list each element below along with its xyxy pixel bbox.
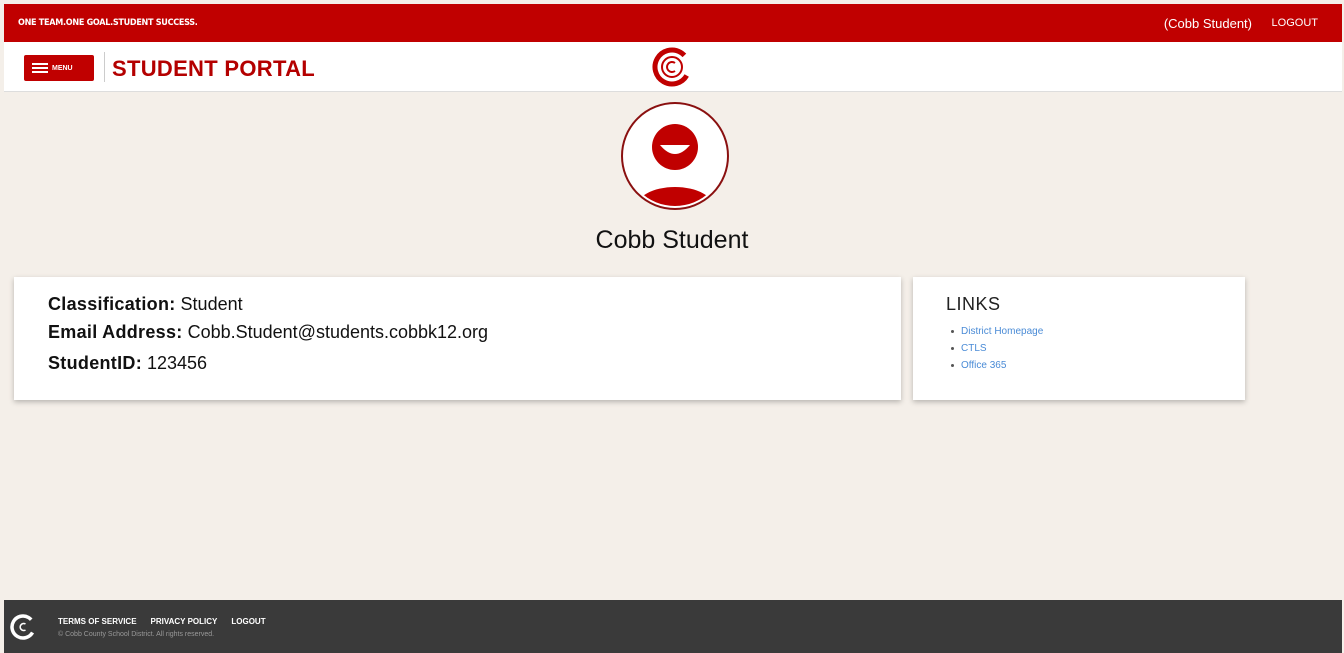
email-label: Email Address: (48, 322, 183, 342)
nav-bar: MENU STUDENT PORTAL (4, 42, 1342, 92)
student-id-value: 123456 (147, 353, 208, 373)
terms-of-service-link[interactable]: TERMS OF SERVICE (58, 617, 137, 626)
hamburger-icon (32, 63, 48, 73)
email-row: Email Address: Cobb.Student@students.cob… (48, 322, 488, 343)
student-id-label: StudentID: (48, 353, 142, 373)
footer-logout-link[interactable]: LOGOUT (231, 617, 265, 626)
cobb-c-logo-icon (10, 614, 36, 640)
current-user: (Cobb Student) (1163, 16, 1252, 31)
link-ctls[interactable]: CTLS (950, 340, 1043, 357)
student-id-row: StudentID: 123456 (48, 353, 207, 374)
menu-button[interactable]: MENU (24, 55, 94, 81)
page-title: STUDENT PORTAL (112, 56, 316, 81)
user-name: Cobb Student (595, 226, 749, 254)
link-office-365[interactable]: Office 365 (950, 357, 1043, 374)
links-card: LINKS District Homepage CTLS Office 365 (913, 277, 1245, 400)
top-bar: ONE TEAM.ONE GOAL.STUDENT SUCCESS. (Cobb… (4, 4, 1342, 42)
classification-value: Student (180, 294, 243, 314)
logout-link[interactable]: LOGOUT (1272, 17, 1318, 29)
divider (104, 52, 105, 82)
link-district-homepage[interactable]: District Homepage (950, 323, 1043, 340)
copyright: © Cobb County School District. All right… (58, 631, 215, 638)
footer: TERMS OF SERVICE PRIVACY POLICY LOGOUT ©… (4, 600, 1342, 653)
menu-label: MENU (52, 64, 73, 72)
footer-links: TERMS OF SERVICE PRIVACY POLICY LOGOUT (58, 617, 266, 626)
student-info-card: Classification: Student Email Address: C… (14, 277, 901, 400)
cobb-c-logo-icon[interactable] (652, 47, 692, 87)
links-list: District Homepage CTLS Office 365 (950, 323, 1043, 374)
classification-row: Classification: Student (48, 294, 243, 315)
tagline: ONE TEAM.ONE GOAL.STUDENT SUCCESS. (18, 18, 198, 28)
classification-label: Classification: (48, 294, 176, 314)
email-value: Cobb.Student@students.cobbk12.org (187, 322, 489, 342)
user-avatar-icon (621, 102, 729, 210)
privacy-policy-link[interactable]: PRIVACY POLICY (151, 617, 218, 626)
links-title: LINKS (946, 294, 1001, 314)
